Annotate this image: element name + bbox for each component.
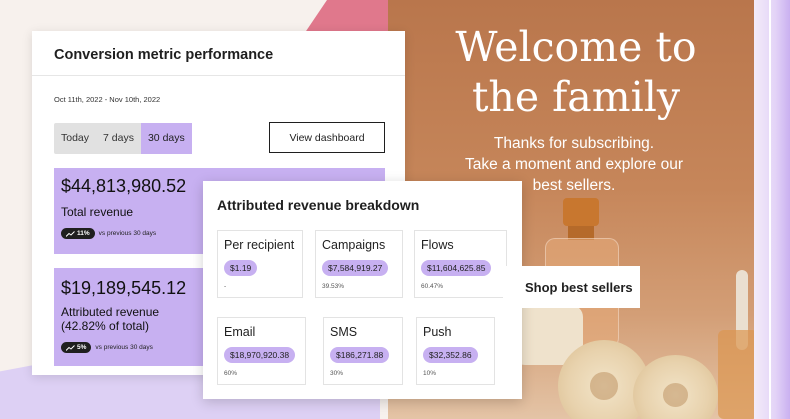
period-today[interactable]: Today <box>54 123 96 154</box>
tile-label: Per recipient <box>224 238 295 252</box>
tile-flows[interactable]: Flows $11,604,625.85 60.47% <box>414 230 507 298</box>
hero-title: Welcome to the family <box>388 22 754 122</box>
divider <box>32 75 405 76</box>
tile-percent: - <box>224 283 227 290</box>
tile-per-recipient[interactable]: Per recipient $1.19 - <box>217 230 303 298</box>
tile-value: $1.19 <box>224 260 258 276</box>
right-decor-strip <box>754 0 790 419</box>
tile-percent: 10% <box>423 370 437 377</box>
comparison-text: vs previous 30 days <box>98 230 157 237</box>
tile-percent: 30% <box>330 370 344 377</box>
change-value: 5% <box>77 344 87 351</box>
tile-percent: 39.53% <box>322 283 345 290</box>
change-row: 11% vs previous 30 days <box>61 228 156 239</box>
metric-value: $19,189,545.12 <box>61 278 187 298</box>
view-dashboard-button[interactable]: View dashboard <box>269 122 385 153</box>
tile-value: $32,352.86 <box>423 347 478 363</box>
metric-value: $44,813,980.52 <box>61 176 187 196</box>
period-30-days[interactable]: 30 days <box>140 123 192 154</box>
tile-label: Campaigns <box>322 238 386 252</box>
metric-label-line-1: Attributed revenue <box>61 305 160 319</box>
change-badge: 5% <box>61 342 92 353</box>
comparison-text: vs previous 30 days <box>95 344 153 351</box>
hero-subtitle-line-1: Thanks for subscribing. <box>493 135 655 152</box>
tile-label: Flows <box>421 238 454 252</box>
tile-label: Push <box>423 325 452 339</box>
change-badge: 11% <box>61 228 95 239</box>
tile-label: Email <box>224 325 256 339</box>
metric-label: Total revenue <box>61 205 134 219</box>
change-row: 5% vs previous 30 days <box>61 342 153 353</box>
tile-percent: 60% <box>224 370 238 377</box>
tile-value: $11,604,625.85 <box>421 260 492 276</box>
hero-subtitle-line-2: Take a moment and explore our <box>465 156 683 173</box>
tile-sms[interactable]: SMS $186,271.88 30% <box>323 317 403 385</box>
dropper-bottle-body <box>718 330 754 419</box>
tile-label: SMS <box>330 325 358 339</box>
loofah-sponge-image-2 <box>633 355 718 419</box>
card-title: Conversion metric performance <box>54 47 274 63</box>
period-7-days[interactable]: 7 days <box>96 123 141 154</box>
hero-title-line-2: the family <box>471 73 681 121</box>
metric-label-line-2: (42.82% of total) <box>61 319 150 333</box>
hero-title-line-1: Welcome to <box>455 23 697 71</box>
period-selector: Today 7 days 30 days <box>54 123 192 154</box>
right-decor-line <box>769 0 771 419</box>
tile-percent: 60.47% <box>421 283 444 290</box>
tile-value: $186,271.88 <box>330 347 390 363</box>
attributed-revenue-card: Attributed revenue breakdown Per recipie… <box>203 181 522 399</box>
shop-best-sellers-button[interactable]: Shop best sellers <box>503 266 640 308</box>
tile-value: $18,970,920.38 <box>224 347 296 363</box>
tile-push[interactable]: Push $32,352.86 10% <box>416 317 495 385</box>
date-range: Oct 11th, 2022 - Nov 10th, 2022 <box>54 95 161 104</box>
metric-label: Attributed revenue (42.82% of total) <box>61 305 159 333</box>
tile-email[interactable]: Email $18,970,920.38 60% <box>217 317 306 385</box>
change-value: 11% <box>77 230 90 237</box>
tile-value: $7,584,919.27 <box>322 260 389 276</box>
bottle-cap <box>563 198 599 226</box>
trend-up-icon <box>66 230 75 237</box>
trend-up-icon <box>66 344 75 351</box>
tile-campaigns[interactable]: Campaigns $7,584,919.27 39.53% <box>315 230 403 298</box>
card-title: Attributed revenue breakdown <box>217 197 420 213</box>
